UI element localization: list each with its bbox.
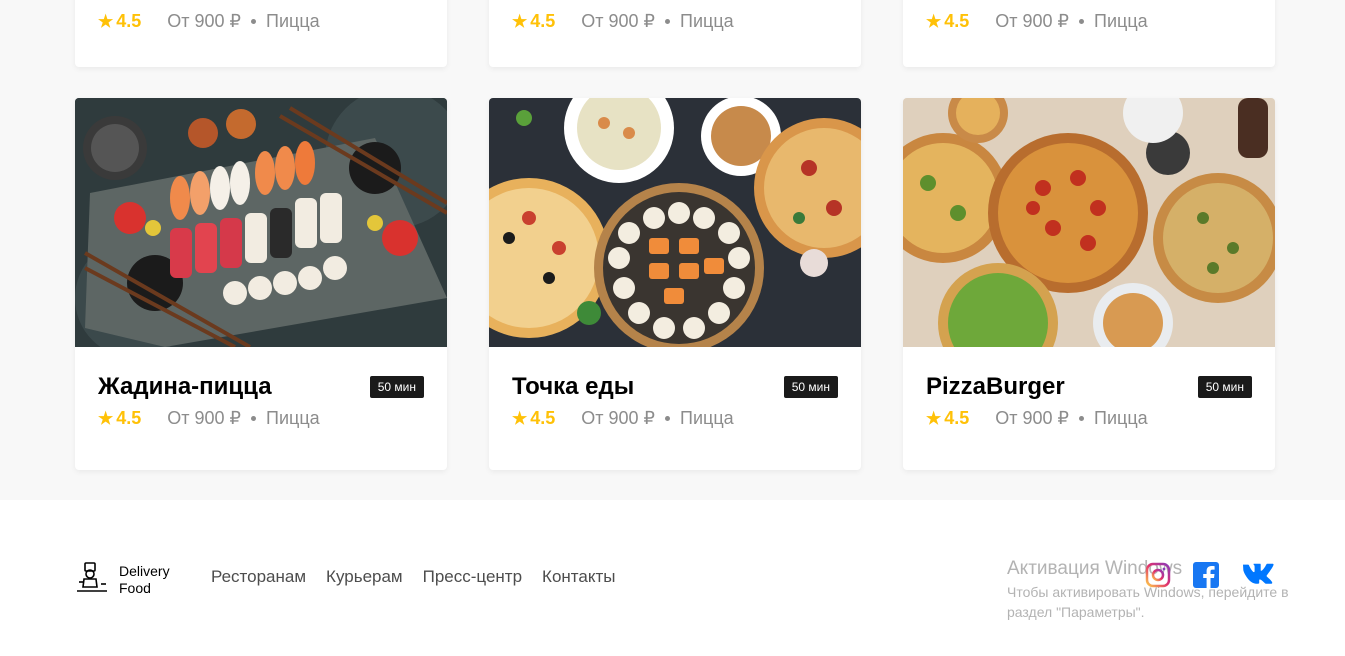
category: Пицца xyxy=(680,11,734,31)
card-header: Точка еды 50 мин xyxy=(512,372,838,402)
category: Пицца xyxy=(266,11,320,31)
star-icon: ★ xyxy=(512,408,528,428)
category: Пицца xyxy=(1094,408,1148,428)
star-icon: ★ xyxy=(98,408,114,428)
price: От 900 ₽ xyxy=(995,408,1070,428)
card-info: ★ 4.5 От 900 ₽ Пицца xyxy=(98,5,424,32)
category: Пицца xyxy=(1094,11,1148,31)
card-info: ★ 4.5 От 900 ₽ Пицца xyxy=(512,5,838,32)
rating-value: 4.5 xyxy=(116,408,142,428)
restaurant-card[interactable]: Точка еды 50 мин ★ 4.5 От 900 ₽ Пицца xyxy=(489,98,861,470)
logo-icon xyxy=(75,560,109,599)
restaurant-name: Жадина-пицца xyxy=(98,373,272,400)
card-info: PizzaBurger 50 мин ★ 4.5 От 900 ₽ Пицца xyxy=(926,372,1252,429)
separator-dot xyxy=(251,416,257,421)
restaurant-card[interactable]: ★ 4.5 От 900 ₽ Пицца xyxy=(75,0,447,67)
card-meta: ★ 4.5 От 900 ₽ Пицца xyxy=(926,408,1252,429)
rating-value: 4.5 xyxy=(530,11,556,31)
restaurant-photo xyxy=(75,98,447,347)
logo-line-2: Food xyxy=(119,579,151,596)
restaurant-name: Точка еды xyxy=(512,373,635,400)
card-info: Жадина-пицца 50 мин ★ 4.5 От 900 ₽ Пицца xyxy=(98,372,424,429)
separator-dot xyxy=(1079,19,1085,24)
delivery-time-badge: 50 мин xyxy=(783,376,838,398)
card-meta: ★ 4.5 От 900 ₽ Пицца xyxy=(98,408,424,429)
price: От 900 ₽ xyxy=(581,11,656,31)
rating: ★ 4.5 xyxy=(512,408,555,429)
logo-line-1: Delivery xyxy=(119,562,170,579)
card-meta: ★ 4.5 От 900 ₽ Пицца xyxy=(512,408,838,429)
vk-icon[interactable] xyxy=(1241,563,1277,592)
card-header: Жадина-пицца 50 мин xyxy=(98,372,424,402)
restaurant-photo xyxy=(489,98,861,347)
instagram-icon[interactable] xyxy=(1145,562,1171,593)
card-info: ★ 4.5 От 900 ₽ Пицца xyxy=(926,5,1252,32)
restaurant-card[interactable]: ★ 4.5 От 900 ₽ Пицца xyxy=(489,0,861,67)
card-meta: ★ 4.5 От 900 ₽ Пицца xyxy=(98,11,424,32)
footer-logo[interactable]: Delivery Food xyxy=(75,560,170,599)
restaurant-photo xyxy=(903,98,1275,347)
rating-value: 4.5 xyxy=(944,11,970,31)
star-icon: ★ xyxy=(98,11,114,31)
card-meta: ★ 4.5 От 900 ₽ Пицца xyxy=(926,11,1252,32)
social-links xyxy=(1145,562,1277,593)
rating-value: 4.5 xyxy=(944,408,970,428)
restaurant-card[interactable]: ★ 4.5 От 900 ₽ Пицца xyxy=(903,0,1275,67)
category: Пицца xyxy=(680,408,734,428)
card-header: PizzaBurger 50 мин xyxy=(926,372,1252,402)
restaurant-card[interactable]: PizzaBurger 50 мин ★ 4.5 От 900 ₽ Пицца xyxy=(903,98,1275,470)
rating: ★ 4.5 xyxy=(98,408,141,429)
rating: ★ 4.5 xyxy=(512,11,555,32)
price: От 900 ₽ xyxy=(995,11,1070,31)
rating: ★ 4.5 xyxy=(926,408,969,429)
footer-link-restaurants[interactable]: Ресторанам xyxy=(211,567,306,587)
footer: Delivery Food Ресторанам Курьерам Пресс-… xyxy=(0,500,1345,656)
price: От 900 ₽ xyxy=(581,408,656,428)
star-icon: ★ xyxy=(926,11,942,31)
separator-dot xyxy=(665,19,671,24)
restaurant-grid: ★ 4.5 От 900 ₽ Пицца ★ 4.5 От 900 ₽ Пицца … xyxy=(0,0,1345,500)
rating: ★ 4.5 xyxy=(926,11,969,32)
separator-dot xyxy=(1079,416,1085,421)
price: От 900 ₽ xyxy=(167,11,242,31)
card-meta: ★ 4.5 От 900 ₽ Пицца xyxy=(512,11,838,32)
delivery-time-badge: 50 мин xyxy=(1197,376,1252,398)
footer-link-press[interactable]: Пресс-центр xyxy=(423,567,522,587)
rating-value: 4.5 xyxy=(116,11,142,31)
star-icon: ★ xyxy=(512,11,528,31)
card-info: Точка еды 50 мин ★ 4.5 От 900 ₽ Пицца xyxy=(512,372,838,429)
footer-link-couriers[interactable]: Курьерам xyxy=(326,567,403,587)
category: Пицца xyxy=(266,408,320,428)
rating-value: 4.5 xyxy=(530,408,556,428)
restaurant-card[interactable]: Жадина-пицца 50 мин ★ 4.5 От 900 ₽ Пицца xyxy=(75,98,447,470)
footer-nav: Ресторанам Курьерам Пресс-центр Контакты xyxy=(211,567,615,587)
star-icon: ★ xyxy=(926,408,942,428)
footer-link-contacts[interactable]: Контакты xyxy=(542,567,615,587)
price: От 900 ₽ xyxy=(167,408,242,428)
logo-text: Delivery Food xyxy=(119,563,170,597)
separator-dot xyxy=(251,19,257,24)
facebook-icon[interactable] xyxy=(1193,562,1219,593)
delivery-time-badge: 50 мин xyxy=(369,376,424,398)
rating: ★ 4.5 xyxy=(98,11,141,32)
restaurant-name: PizzaBurger xyxy=(926,373,1065,400)
separator-dot xyxy=(665,416,671,421)
